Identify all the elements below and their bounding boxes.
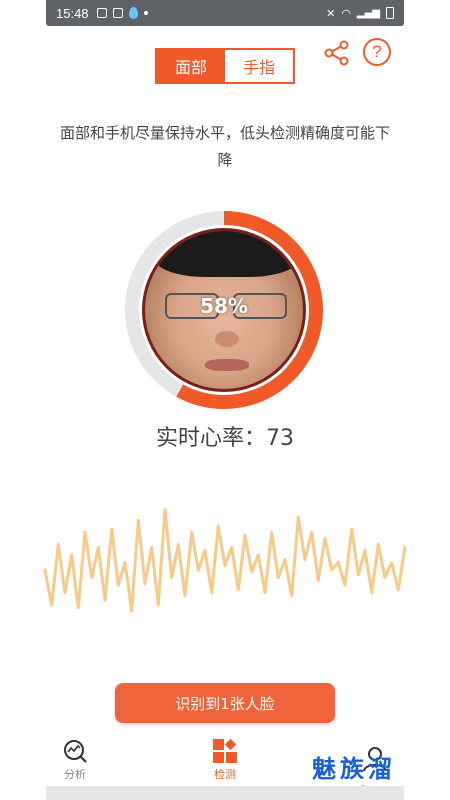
- watermark-title: 魅族溜: [312, 755, 396, 783]
- detect-icon: [213, 738, 237, 763]
- drop-icon: [128, 7, 138, 19]
- system-home-bar: [46, 786, 404, 800]
- dot-icon: [143, 11, 148, 15]
- nav-label-analysis: 分析: [64, 768, 86, 781]
- nav-item-analysis[interactable]: 分析: [0, 735, 150, 785]
- nav-item-detect[interactable]: 检测: [150, 735, 300, 785]
- analysis-icon: [64, 740, 87, 763]
- shopping-bag-icon: [112, 8, 123, 18]
- status-system-icons: ✕ ◠ ▂▄▆: [326, 7, 394, 20]
- gallery-icon: [96, 8, 107, 18]
- preview-nose: [215, 331, 239, 347]
- question-icon: ?: [372, 42, 382, 61]
- progress-percent: 58%: [200, 294, 248, 318]
- share-icon[interactable]: [324, 40, 350, 66]
- heart-rate-value: 73: [266, 426, 294, 451]
- nav-label-detect: 检测: [214, 768, 236, 781]
- battery-icon: [386, 7, 394, 19]
- tab-face[interactable]: 面部: [157, 50, 225, 82]
- face-scan-ring: 58%: [124, 210, 324, 410]
- pulse-waveform: [43, 508, 407, 613]
- mode-toggle: 面部 手指: [155, 48, 295, 84]
- status-notification-icons: [96, 7, 148, 19]
- preview-mouth: [205, 359, 249, 371]
- wifi-icon: ◠: [341, 6, 351, 20]
- heart-rate-readout: 实时心率：73: [100, 420, 350, 452]
- mute-icon: ✕: [326, 6, 336, 20]
- status-time: 15:48: [56, 5, 89, 21]
- status-bar: 15:48 ✕ ◠ ▂▄▆: [46, 0, 404, 26]
- positioning-hint: 面部和手机尽量保持水平，低头检测精确度可能下降: [60, 124, 391, 169]
- heart-rate-label: 实时心率：: [155, 426, 266, 451]
- tab-finger[interactable]: 手指: [225, 50, 293, 82]
- face-detected-button[interactable]: 识别到1张人脸: [115, 683, 335, 723]
- preview-hair: [155, 231, 299, 277]
- signal-icon: ▂▄▆: [356, 7, 380, 19]
- help-button[interactable]: ?: [363, 38, 391, 66]
- waveform-line: [43, 508, 407, 613]
